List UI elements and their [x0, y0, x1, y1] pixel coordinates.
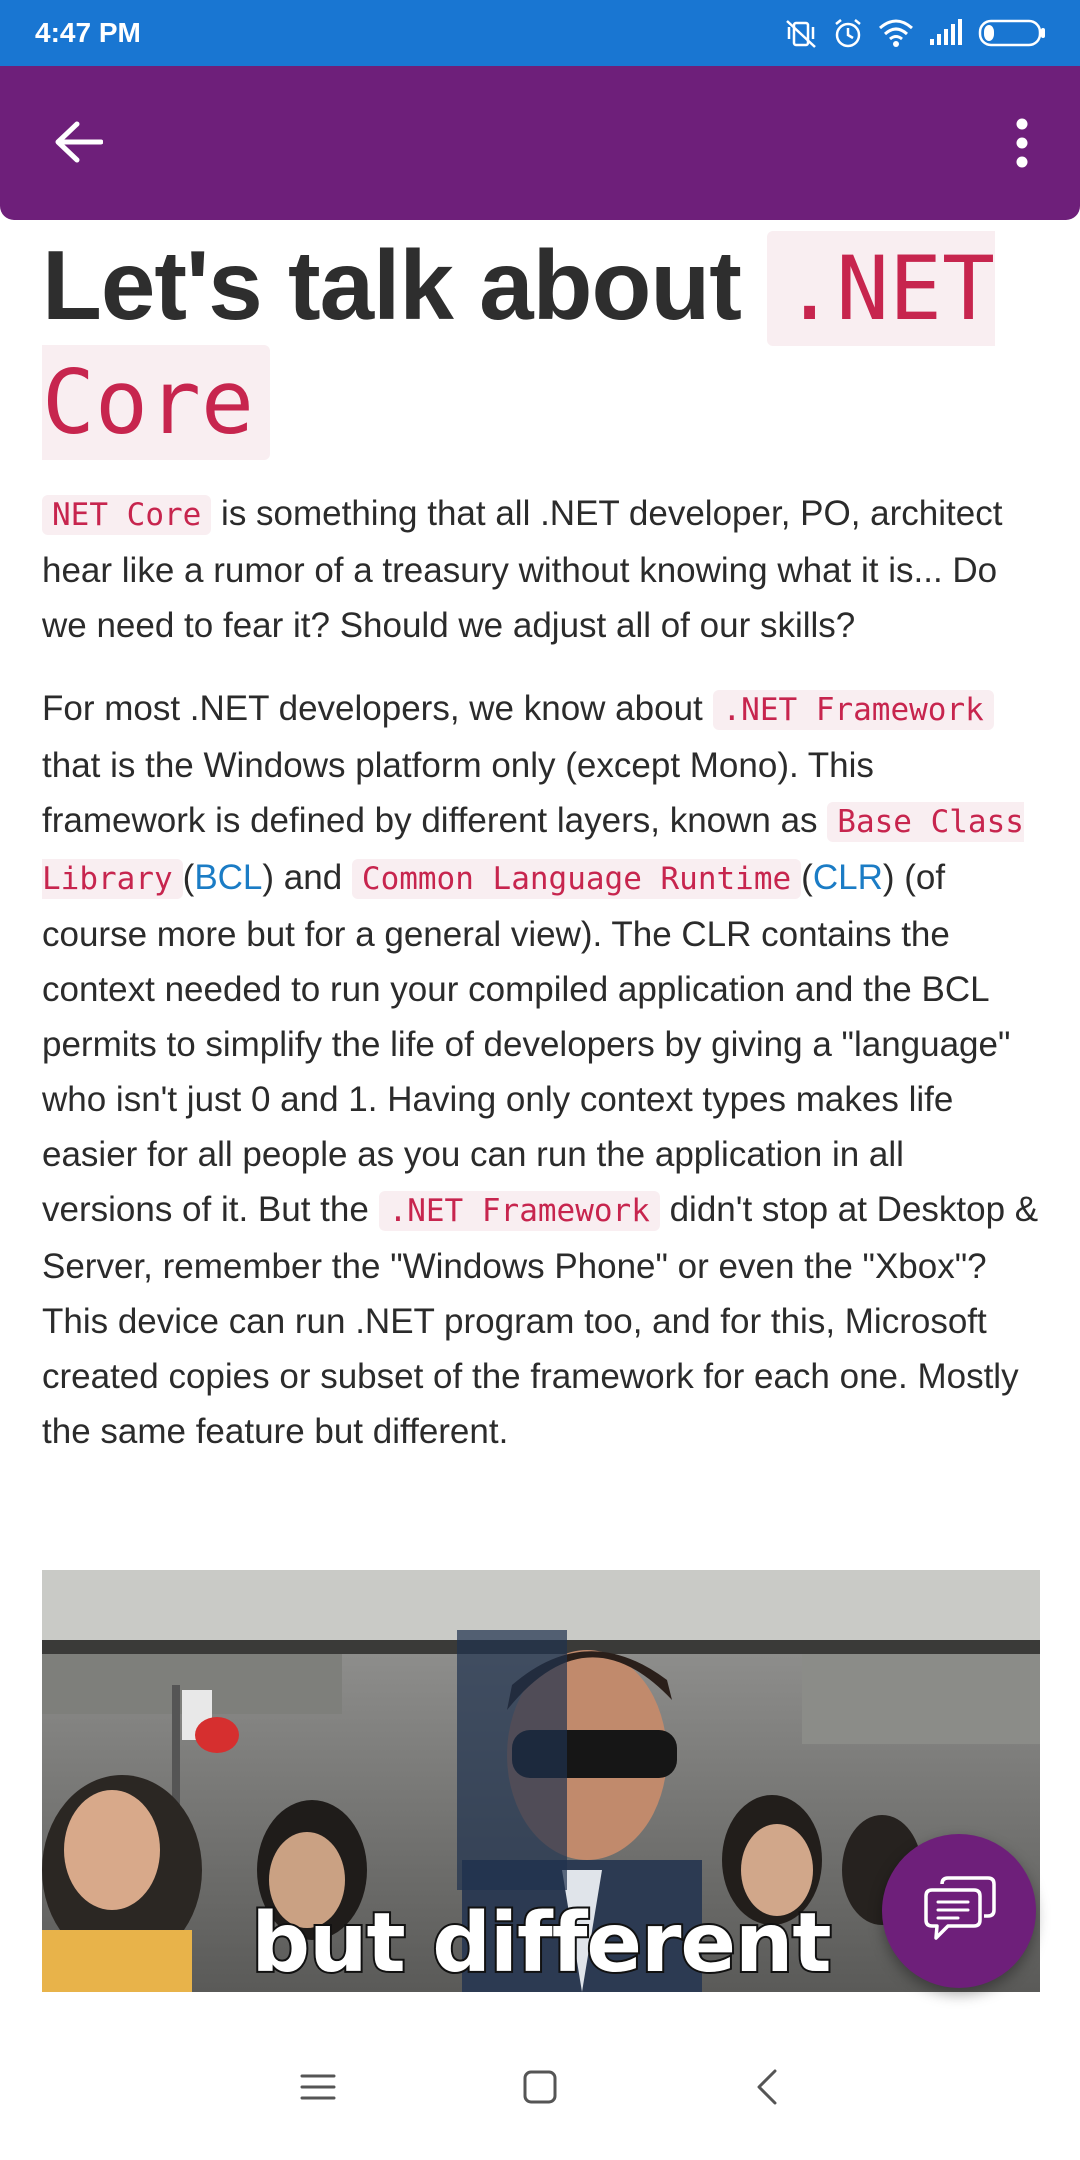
status-icons	[784, 14, 1046, 52]
bcl-link[interactable]: BCL	[194, 858, 262, 897]
paragraph-text: that is the Windows platform only (excep…	[42, 746, 874, 840]
app-bar	[0, 66, 1080, 220]
menu-lines-icon	[300, 2072, 336, 2107]
system-nav-bar	[0, 2010, 1080, 2160]
paragraph-text: ) and	[262, 858, 352, 897]
status-bar: 4:47 PM	[0, 0, 1080, 66]
back-chevron-icon	[755, 2068, 779, 2111]
signal-icon	[928, 19, 964, 47]
battery-icon	[978, 18, 1046, 48]
vibrate-off-icon	[784, 17, 818, 49]
inline-code: .NET Framework	[712, 690, 994, 730]
home-square-icon	[523, 2070, 557, 2109]
system-back-button[interactable]	[732, 2054, 802, 2124]
paragraph-text: (	[801, 858, 813, 897]
title-text: Let's talk about	[42, 230, 768, 340]
arrow-left-icon	[53, 120, 104, 169]
home-button[interactable]	[505, 2054, 575, 2124]
more-vertical-icon	[1015, 118, 1029, 173]
comments-fab[interactable]	[882, 1834, 1036, 1988]
paragraph-text: (	[182, 858, 195, 897]
paragraph-framework: For most .NET developers, we know about …	[42, 681, 1040, 1459]
clr-link[interactable]: CLR	[813, 858, 883, 897]
chat-bubbles-icon	[922, 1875, 996, 1947]
paragraph-text: ) (of course more but for a general view…	[42, 858, 1011, 1229]
inline-code: NET Core	[42, 495, 212, 535]
status-time: 4:47 PM	[35, 17, 141, 48]
alarm-icon	[832, 17, 864, 49]
paragraph-text: For most .NET developers, we know about	[42, 689, 713, 728]
article-title: Let's talk about .NET Core	[42, 230, 1040, 460]
inline-code: .NET Framework	[378, 1191, 660, 1231]
inline-code: Common Language Runtime	[351, 859, 802, 899]
overflow-menu-button[interactable]	[992, 110, 1052, 180]
article-content: Let's talk about .NET Core NET Core is s…	[42, 220, 1040, 1459]
recents-button[interactable]	[283, 2054, 353, 2124]
wifi-icon	[878, 18, 914, 48]
back-button[interactable]	[38, 112, 118, 176]
paragraph-intro: NET Core is something that all .NET deve…	[42, 486, 1040, 653]
